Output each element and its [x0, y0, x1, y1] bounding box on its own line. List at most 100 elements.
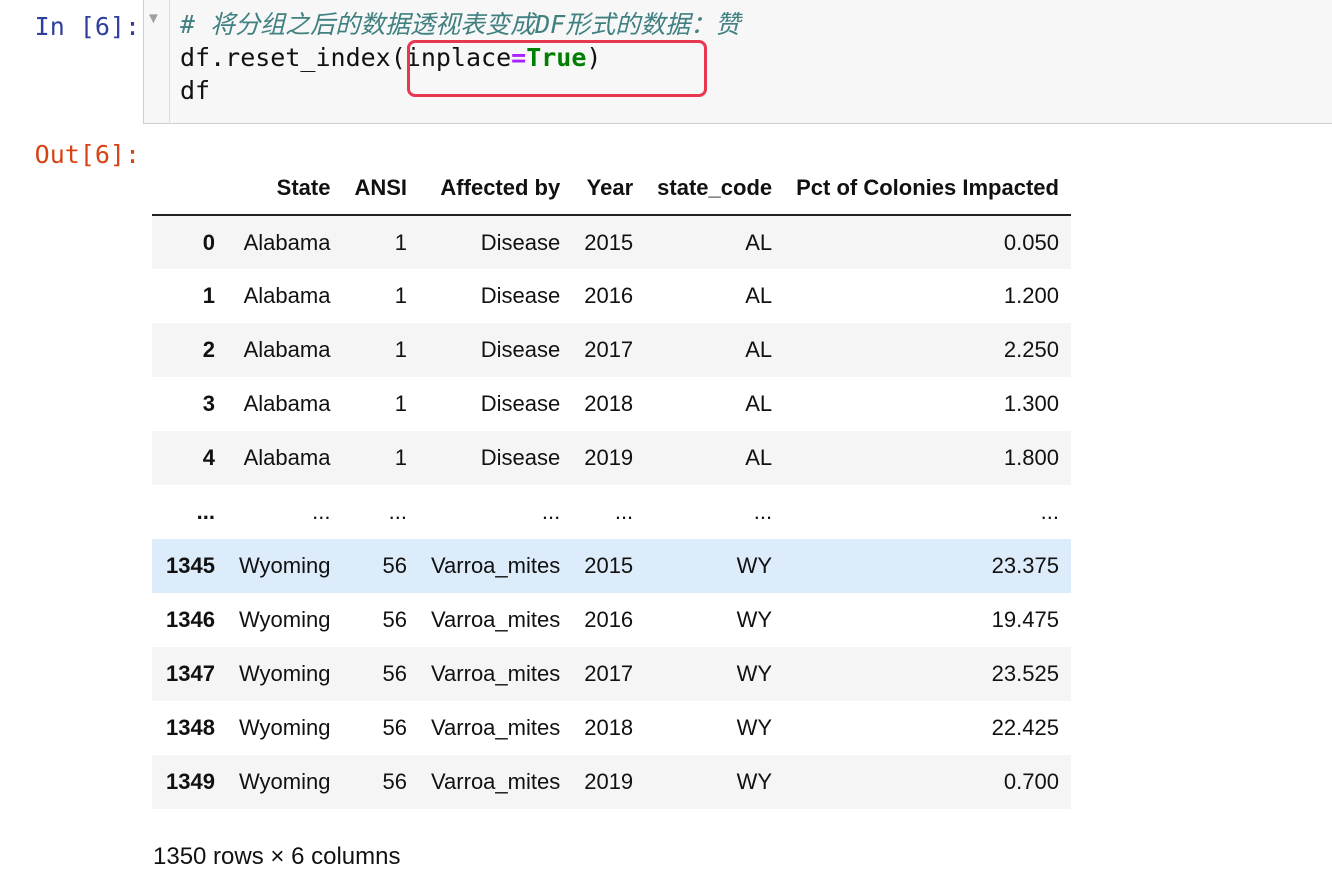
table-row: 1348 Wyoming 56 Varroa_mites 2018 WY 22.425 [152, 701, 1071, 755]
table-cell: Wyoming [238, 553, 331, 578]
table-cell: Disease [480, 391, 561, 416]
table-cell: Alabama [243, 445, 331, 470]
dataframe-table: State ANSI Affected by Year state_code Pct of… [152, 162, 1071, 809]
in-prompt: In [6]: [34, 12, 140, 41]
table-cell: Wyoming [238, 607, 331, 632]
column-header: ANSI [342, 162, 420, 216]
table-cell: Disease [480, 283, 561, 308]
table-cell: 1 [394, 229, 408, 255]
table-cell: Wyoming [238, 661, 331, 686]
code-comment: # 将分组之后的数据透视表变成DF形式的数据：赞 [180, 10, 741, 39]
table-cell: Alabama [243, 391, 331, 416]
table-cell: 2018 [584, 391, 634, 416]
table-footer: 1350 rows × 6 columns [153, 843, 401, 870]
table-cell: 2019 [584, 769, 634, 794]
table-cell: ... [312, 499, 331, 524]
table-cell: 1 [394, 391, 408, 416]
table-cell: 0.050 [1003, 229, 1059, 255]
table-cell: ... [753, 499, 773, 524]
table-row: 0 Alabama 1 Disease 2015 AL 0.050 [152, 215, 1071, 269]
table-cell: 56 [382, 661, 408, 686]
table-cell: WY [736, 715, 773, 740]
row-index: 4 [202, 445, 215, 470]
row-index: 1345 [166, 553, 215, 578]
column-header: State [226, 162, 343, 216]
table-cell: Disease [480, 445, 561, 470]
table-row: 1345 Wyoming 56 Varroa_mites 2015 WY 23.375 [152, 539, 1071, 593]
row-index: 1346 [166, 607, 215, 632]
table-cell: 1.200 [1003, 283, 1059, 308]
table-cell: Varroa_mites [431, 553, 561, 578]
out-prompt: Out[6]: [34, 140, 140, 169]
table-cell: 56 [382, 715, 408, 740]
table-cell: Disease [480, 337, 561, 362]
table-cell: WY [736, 553, 773, 578]
column-header: state_code [645, 162, 785, 216]
table-cell: AL [745, 391, 773, 416]
table-cell: AL [745, 283, 773, 308]
table-cell: 2019 [584, 445, 634, 470]
table-cell: Varroa_mites [431, 607, 561, 632]
table-cell: ... [1040, 499, 1059, 524]
column-header: Affected by [419, 162, 573, 216]
triangle-down-icon: ▼ [146, 10, 161, 27]
table-cell: 1 [394, 283, 408, 308]
table-cell: 0.700 [1003, 769, 1059, 794]
table-row: 4 Alabama 1 Disease 2019 AL 1.800 [152, 431, 1071, 485]
highlight-annotation-box [407, 40, 707, 97]
row-index: 3 [202, 391, 215, 416]
index-header [152, 162, 227, 216]
row-index: 1349 [166, 769, 215, 794]
table-cell: 2017 [584, 661, 634, 686]
table-cell: 56 [382, 607, 408, 632]
row-index: 0 [202, 229, 215, 255]
table-cell: 2016 [584, 283, 634, 308]
table-cell: Alabama [243, 229, 331, 255]
row-index: 1347 [166, 661, 215, 686]
table-row: 1 Alabama 1 Disease 2016 AL 1.200 [152, 269, 1071, 323]
table-cell: 1 [394, 445, 408, 470]
table-cell: 22.425 [991, 715, 1059, 740]
row-index: 1348 [166, 715, 215, 740]
table-cell: 1.800 [1003, 445, 1059, 470]
table-cell: ... [388, 499, 408, 524]
table-cell: WY [736, 661, 773, 686]
table-cell: Varroa_mites [431, 769, 561, 794]
code-input-area[interactable]: ▼ # 将分组之后的数据透视表变成DF形式的数据：赞 df.reset_inde… [143, 0, 1332, 124]
row-index: 1 [202, 283, 215, 308]
code-line-3: df [180, 76, 211, 105]
table-header: State ANSI Affected by Year state_code Pct of… [152, 162, 1071, 216]
collapse-toggle[interactable]: ▼ [144, 0, 170, 124]
table-cell: ... [614, 499, 634, 524]
table-cell: 56 [382, 553, 408, 578]
table-cell: 56 [382, 769, 408, 794]
table-cell: Varroa_mites [431, 661, 561, 686]
table-cell: 2.250 [1003, 337, 1059, 362]
table-cell: 23.375 [991, 553, 1059, 578]
ellipsis-row: ..................... [152, 485, 1071, 539]
table-cell: Wyoming [238, 769, 331, 794]
table-cell: 1.300 [1003, 391, 1059, 416]
table-cell: ... [541, 499, 561, 524]
column-header: Pct of Colonies Impacted [784, 162, 1071, 216]
table-cell: AL [745, 445, 773, 470]
table-cell: WY [736, 769, 773, 794]
table-cell: Wyoming [238, 715, 331, 740]
table-cell: 1 [394, 337, 408, 362]
table-cell: AL [745, 229, 773, 255]
table-row: 1346 Wyoming 56 Varroa_mites 2016 WY 19.475 [152, 593, 1071, 647]
table-cell: AL [745, 337, 773, 362]
table-cell: Alabama [243, 337, 331, 362]
table-body: 0 Alabama 1 Disease 2015 AL 0.050 1 Alabama 1 Dise… [152, 215, 1071, 809]
table-cell: WY [736, 607, 773, 632]
table-row: 1347 Wyoming 56 Varroa_mites 2017 WY 23.525 [152, 647, 1071, 701]
table-row: 3 Alabama 1 Disease 2018 AL 1.300 [152, 377, 1071, 431]
table-cell: 2016 [584, 607, 634, 632]
table-cell: 2017 [584, 337, 634, 362]
table-cell: 2018 [584, 715, 634, 740]
table-cell: 23.525 [991, 661, 1059, 686]
table-cell: Alabama [243, 283, 331, 308]
table-cell: Disease [480, 229, 561, 255]
column-header: Year [572, 162, 646, 216]
table-cell: 2015 [584, 553, 634, 578]
